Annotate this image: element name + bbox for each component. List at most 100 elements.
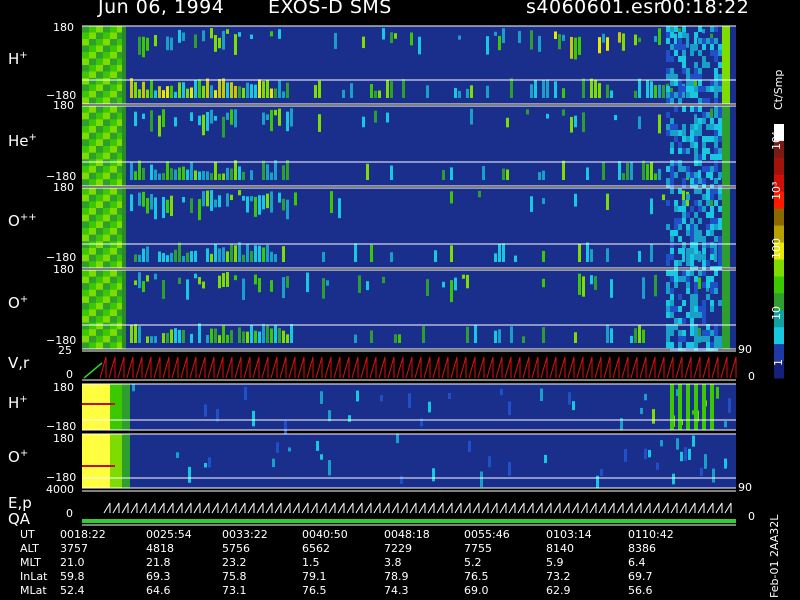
heatmap-cell xyxy=(266,244,269,262)
heatmap-cell xyxy=(606,193,609,211)
heatmap-cell xyxy=(466,88,469,98)
heatmap-cell xyxy=(96,316,103,324)
heatmap-cell xyxy=(710,26,714,32)
heatmap-cell xyxy=(89,179,96,187)
heatmap-cell xyxy=(374,110,377,123)
heatmap-cell xyxy=(89,309,96,317)
heatmap-cell xyxy=(706,166,710,172)
heatmap-cell xyxy=(678,218,682,224)
footer-cell: 3757 xyxy=(60,542,88,555)
heatmap-cell xyxy=(252,410,255,427)
heatmap-cell xyxy=(103,329,110,337)
heatmap-cell xyxy=(182,82,185,98)
heatmap-cell xyxy=(103,39,110,46)
heatmap-cell xyxy=(138,326,141,343)
heatmap-cell xyxy=(103,309,110,317)
footer-cell: 56.6 xyxy=(628,584,653,597)
heatmap-cell xyxy=(674,200,678,206)
heatmap-cell xyxy=(82,316,89,324)
heatmap-cell xyxy=(286,160,289,180)
heatmap-cell xyxy=(316,441,319,451)
heatmap-cell xyxy=(110,289,117,297)
heatmap-cell xyxy=(110,152,117,160)
heatmap-cell xyxy=(96,132,103,140)
heatmap-cell xyxy=(96,261,103,269)
heatmap-cell xyxy=(690,318,694,324)
heatmap-cell xyxy=(718,106,722,112)
heatmap-cell xyxy=(402,79,405,98)
heatmap-cell xyxy=(686,136,690,142)
heatmap-cell xyxy=(266,324,269,343)
heatmap-cell xyxy=(718,74,722,80)
heatmap-cell xyxy=(103,97,110,105)
footer-cell: 1.5 xyxy=(302,556,320,569)
rtick-ep-0: 0 xyxy=(748,510,755,523)
heatmap-cell xyxy=(132,384,135,392)
ytick-vr-bottom: 0 xyxy=(66,368,73,381)
heatmap-cell xyxy=(714,80,718,86)
heatmap-cell xyxy=(418,36,421,55)
heatmap-cell xyxy=(706,212,710,218)
heatmap-cell xyxy=(366,163,369,180)
heatmap-cell xyxy=(222,173,225,180)
heatmap-cell xyxy=(354,243,357,262)
heatmap-cell xyxy=(682,62,686,68)
heatmap-cell xyxy=(654,173,657,180)
heatmap-cell xyxy=(374,90,377,98)
heatmap-cell xyxy=(694,148,698,154)
heatmap-cell xyxy=(96,276,103,284)
heatmap-cell xyxy=(702,248,706,254)
heatmap-cell xyxy=(638,116,641,130)
heatmap-cell xyxy=(672,473,675,485)
heatmap-cell xyxy=(714,112,718,118)
heatmap-cell xyxy=(718,248,722,254)
heatmap-cell xyxy=(578,243,581,262)
heatmap-cell xyxy=(89,139,96,147)
heatmap-cell xyxy=(89,302,96,310)
colorbar-segment xyxy=(774,259,784,277)
heatmap-cell xyxy=(278,29,281,39)
footer-cell: 6.4 xyxy=(628,556,646,569)
heatmap-cell xyxy=(634,328,637,343)
heatmap-cell xyxy=(82,296,89,304)
heatmap-cell xyxy=(682,200,686,206)
heatmap-cell xyxy=(678,336,682,342)
heatmap-cell xyxy=(644,448,647,460)
heatmap-cell xyxy=(458,35,461,40)
heatmap-cell xyxy=(230,109,233,125)
heatmap-cell xyxy=(686,80,690,86)
heatmap-cell xyxy=(272,458,275,468)
heatmap-cell xyxy=(710,254,714,260)
heatmap-cell xyxy=(138,254,141,262)
heatmap-cell xyxy=(690,242,694,248)
heatmap-cell xyxy=(702,112,706,118)
heatmap-cell xyxy=(714,270,718,276)
heatmap-cell xyxy=(670,32,674,38)
heatmap-cell xyxy=(518,31,521,43)
heatmap-cell xyxy=(242,254,245,262)
heatmap-cell xyxy=(82,283,89,291)
heatmap-cell xyxy=(174,91,177,98)
heatmap-cell xyxy=(89,201,96,209)
heatmap-cell xyxy=(242,331,245,343)
heatmap-cell xyxy=(89,188,96,196)
heatmap-cell xyxy=(710,194,714,200)
heatmap-cell xyxy=(698,98,702,104)
footer-cell: 8386 xyxy=(628,542,656,555)
heatmap-cell xyxy=(710,342,714,348)
heatmap-cell xyxy=(644,393,647,401)
heatmap-cell xyxy=(470,108,473,125)
heatmap-cell xyxy=(356,390,359,402)
heatmap-cell xyxy=(586,242,589,262)
heatmap-cell xyxy=(678,260,682,266)
heatmap-cell xyxy=(238,242,241,262)
heatmap-cell xyxy=(103,132,110,140)
heatmap-cell xyxy=(334,32,337,49)
heatmap-cell xyxy=(250,170,253,180)
heatmap-cell xyxy=(110,241,117,249)
heatmap-cell xyxy=(690,178,694,184)
heatmap-cell xyxy=(96,39,103,46)
heatmap-cell xyxy=(110,58,117,66)
heatmap-cell xyxy=(322,278,325,299)
heatmap-cell xyxy=(670,80,674,86)
